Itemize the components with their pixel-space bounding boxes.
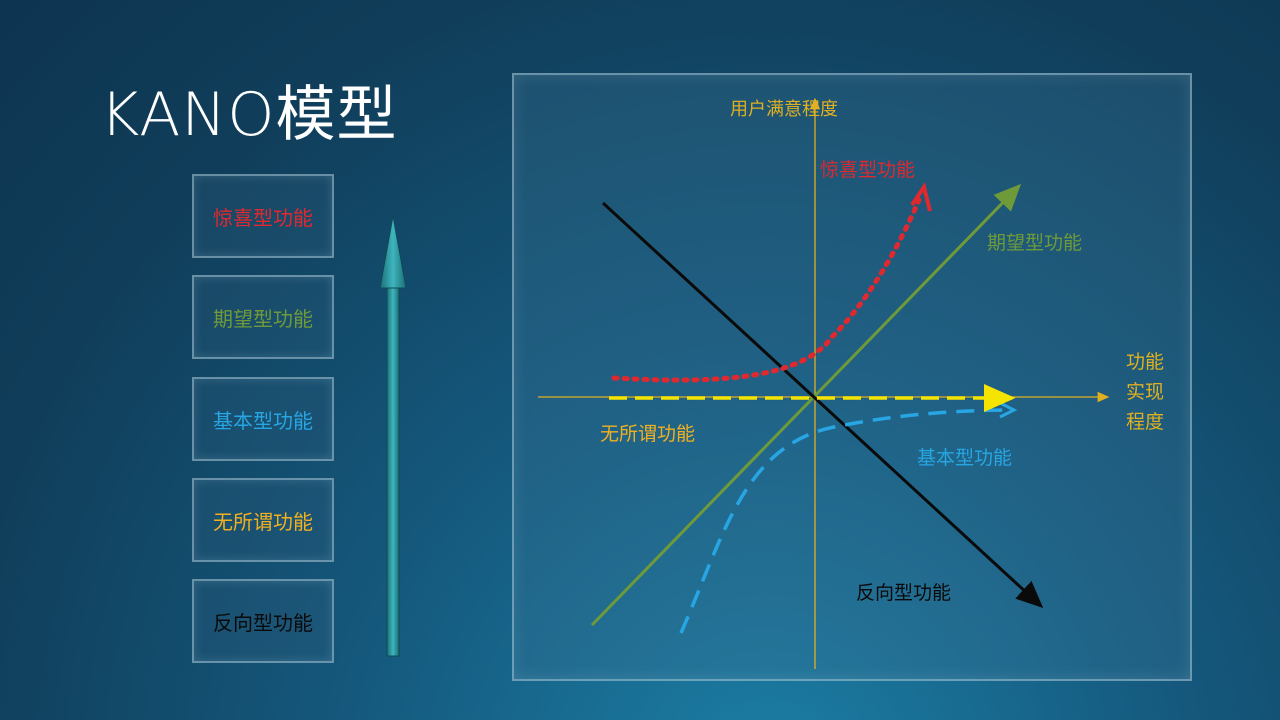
delight-label: 惊喜型功能 xyxy=(820,159,916,181)
reverse-label: 反向型功能 xyxy=(856,582,952,604)
kano-diagram: 用户满意程度 功能 实现 程度 惊喜型功能 期望型功能 基本型功能 无所谓功能 … xyxy=(512,73,1192,681)
basic-label: 基本型功能 xyxy=(917,447,1013,469)
legend-label: 惊喜型功能 xyxy=(213,205,313,230)
legend-label: 基本型功能 xyxy=(213,408,313,433)
legend-item-indifferent: 无所谓功能 xyxy=(192,478,334,562)
page-title: KANO模型 xyxy=(100,80,398,150)
x-axis-label-line3: 程度 xyxy=(1126,411,1165,433)
legend-item-basic: 基本型功能 xyxy=(192,377,334,461)
x-axis-label-line1: 功能 xyxy=(1126,351,1165,373)
legend-item-performance: 期望型功能 xyxy=(192,275,334,359)
performance-label: 期望型功能 xyxy=(987,232,1083,254)
legend-item-reverse: 反向型功能 xyxy=(192,579,334,663)
up-arrow-icon xyxy=(378,214,408,658)
y-axis-label: 用户满意程度 xyxy=(730,99,838,120)
x-axis-label-line2: 实现 xyxy=(1126,381,1165,403)
legend-label: 期望型功能 xyxy=(213,306,313,331)
legend-item-delight: 惊喜型功能 xyxy=(192,174,334,258)
legend-label: 反向型功能 xyxy=(213,610,313,635)
indifferent-label: 无所谓功能 xyxy=(600,423,696,445)
legend-label: 无所谓功能 xyxy=(213,509,313,534)
